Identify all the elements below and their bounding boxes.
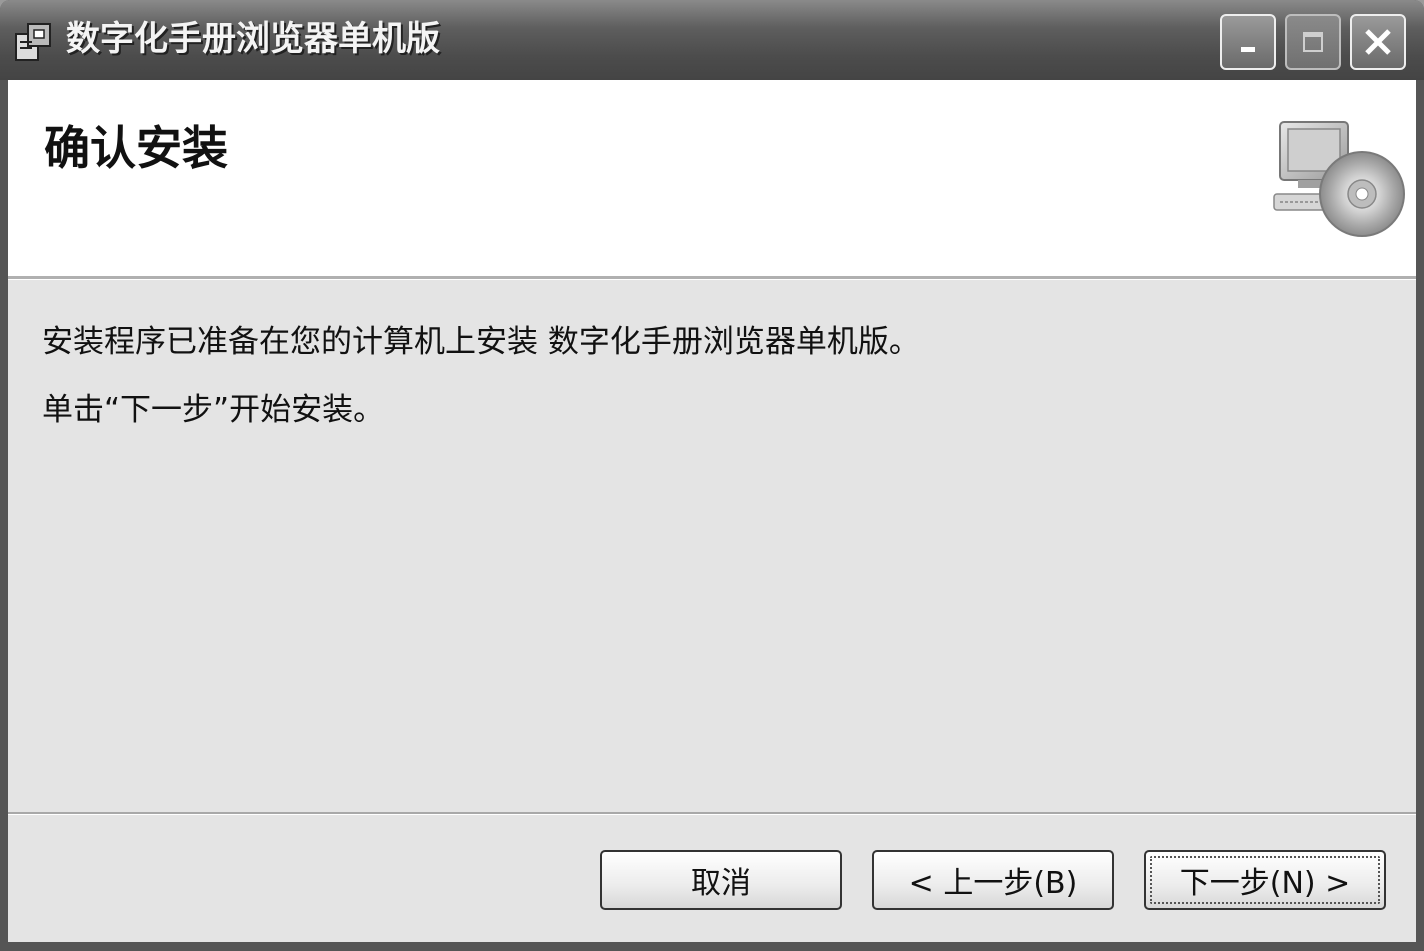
close-button[interactable] — [1350, 14, 1406, 70]
ready-message: 安装程序已准备在您的计算机上安装 数字化手册浏览器单机版。 — [42, 324, 920, 360]
header-divider — [8, 276, 1416, 280]
close-icon — [1365, 29, 1391, 55]
installer-app-icon — [15, 23, 51, 61]
page-title: 确认安装 — [44, 121, 228, 175]
back-button[interactable]: < 上一步(B) — [872, 850, 1114, 910]
footer-divider — [8, 812, 1416, 815]
computer-cd-icon — [1273, 121, 1405, 237]
instruction-message: 单击“下一步”开始安装。 — [42, 392, 385, 428]
window-title: 数字化手册浏览器单机版 — [66, 19, 440, 59]
title-bar[interactable]: 数字化手册浏览器单机版 — [0, 0, 1424, 80]
maximize-icon — [1303, 32, 1323, 52]
minimize-button[interactable] — [1220, 14, 1276, 70]
maximize-button[interactable] — [1285, 14, 1341, 70]
installer-window: 数字化手册浏览器单机版 确认安装 安装程序已准备在您的计算机上安装 数字化手册浏… — [0, 0, 1424, 951]
minimize-icon — [1241, 47, 1255, 52]
header-panel: 确认安装 — [8, 80, 1416, 276]
cancel-button[interactable]: 取消 — [600, 850, 842, 910]
next-button[interactable]: 下一步(N) > — [1144, 850, 1386, 910]
dialog-content: 确认安装 安装程序已准备在您的计算机上安装 数字化手册浏览器单机版。 单击“下一… — [8, 80, 1416, 942]
next-button-label: 下一步(N) > — [1179, 866, 1351, 901]
